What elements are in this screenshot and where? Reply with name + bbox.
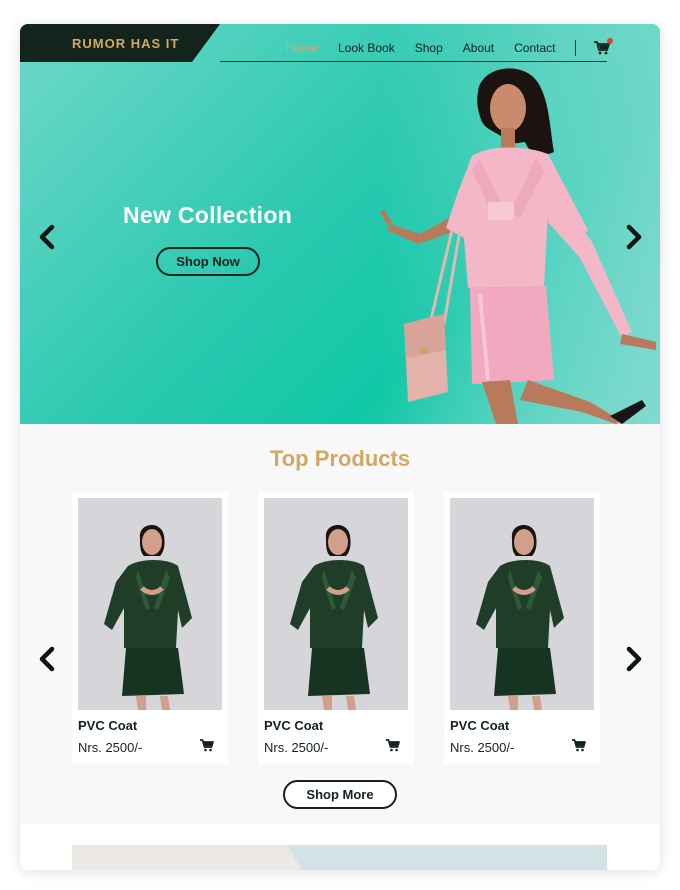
shop-more-button[interactable]: Shop More bbox=[283, 780, 397, 809]
add-to-cart-icon[interactable] bbox=[200, 739, 214, 752]
product-name[interactable]: PVC Coat bbox=[264, 718, 323, 733]
banner-strip bbox=[72, 845, 607, 870]
nav-look-book[interactable]: Look Book bbox=[338, 41, 395, 55]
page-frame: RUMOR HAS IT Home Look Book Shop About C… bbox=[20, 24, 660, 870]
cart-icon[interactable] bbox=[594, 38, 614, 55]
add-to-cart-icon[interactable] bbox=[572, 739, 586, 752]
chevron-right-icon bbox=[626, 646, 642, 672]
nav-home[interactable]: Home bbox=[286, 41, 318, 55]
hero-title: New Collection bbox=[123, 202, 293, 228]
section-title: Top Products bbox=[269, 446, 411, 471]
brand-logo[interactable]: RUMOR HAS IT bbox=[72, 36, 179, 51]
next-section-preview bbox=[20, 824, 660, 870]
shop-now-button[interactable]: Shop Now bbox=[156, 247, 260, 276]
product-card[interactable]: PVC Coat Nrs. 2500/- bbox=[72, 492, 228, 764]
chevron-left-icon bbox=[39, 646, 55, 672]
product-price: Nrs. 2500/- bbox=[78, 740, 143, 755]
top-products-section: Top Products PVC Coat Nrs. 2500/- PVC Co… bbox=[20, 424, 660, 824]
nav-contact[interactable]: Contact bbox=[514, 41, 555, 55]
nav-divider bbox=[575, 40, 577, 56]
nav-about[interactable]: About bbox=[463, 41, 494, 55]
nav-shop[interactable]: Shop bbox=[415, 41, 443, 55]
products-next-arrow[interactable] bbox=[624, 646, 644, 672]
hero-banner: RUMOR HAS IT Home Look Book Shop About C… bbox=[20, 24, 660, 424]
product-card[interactable]: PVC Coat Nrs. 2500/- bbox=[258, 492, 414, 764]
product-image[interactable] bbox=[450, 498, 594, 710]
product-price: Nrs. 2500/- bbox=[264, 740, 329, 755]
hero-prev-arrow[interactable] bbox=[37, 224, 57, 250]
products-prev-arrow[interactable] bbox=[37, 646, 57, 672]
product-image[interactable] bbox=[264, 498, 408, 710]
main-nav: Home Look Book Shop About Contact bbox=[286, 38, 614, 56]
add-to-cart-icon[interactable] bbox=[386, 739, 400, 752]
product-price: Nrs. 2500/- bbox=[450, 740, 515, 755]
hero-model-image bbox=[380, 68, 656, 424]
product-card[interactable]: PVC Coat Nrs. 2500/- bbox=[444, 492, 600, 764]
product-name[interactable]: PVC Coat bbox=[450, 718, 509, 733]
chevron-left-icon bbox=[39, 224, 55, 250]
product-name[interactable]: PVC Coat bbox=[78, 718, 137, 733]
product-image[interactable] bbox=[78, 498, 222, 710]
banner-strip-left bbox=[72, 845, 302, 870]
